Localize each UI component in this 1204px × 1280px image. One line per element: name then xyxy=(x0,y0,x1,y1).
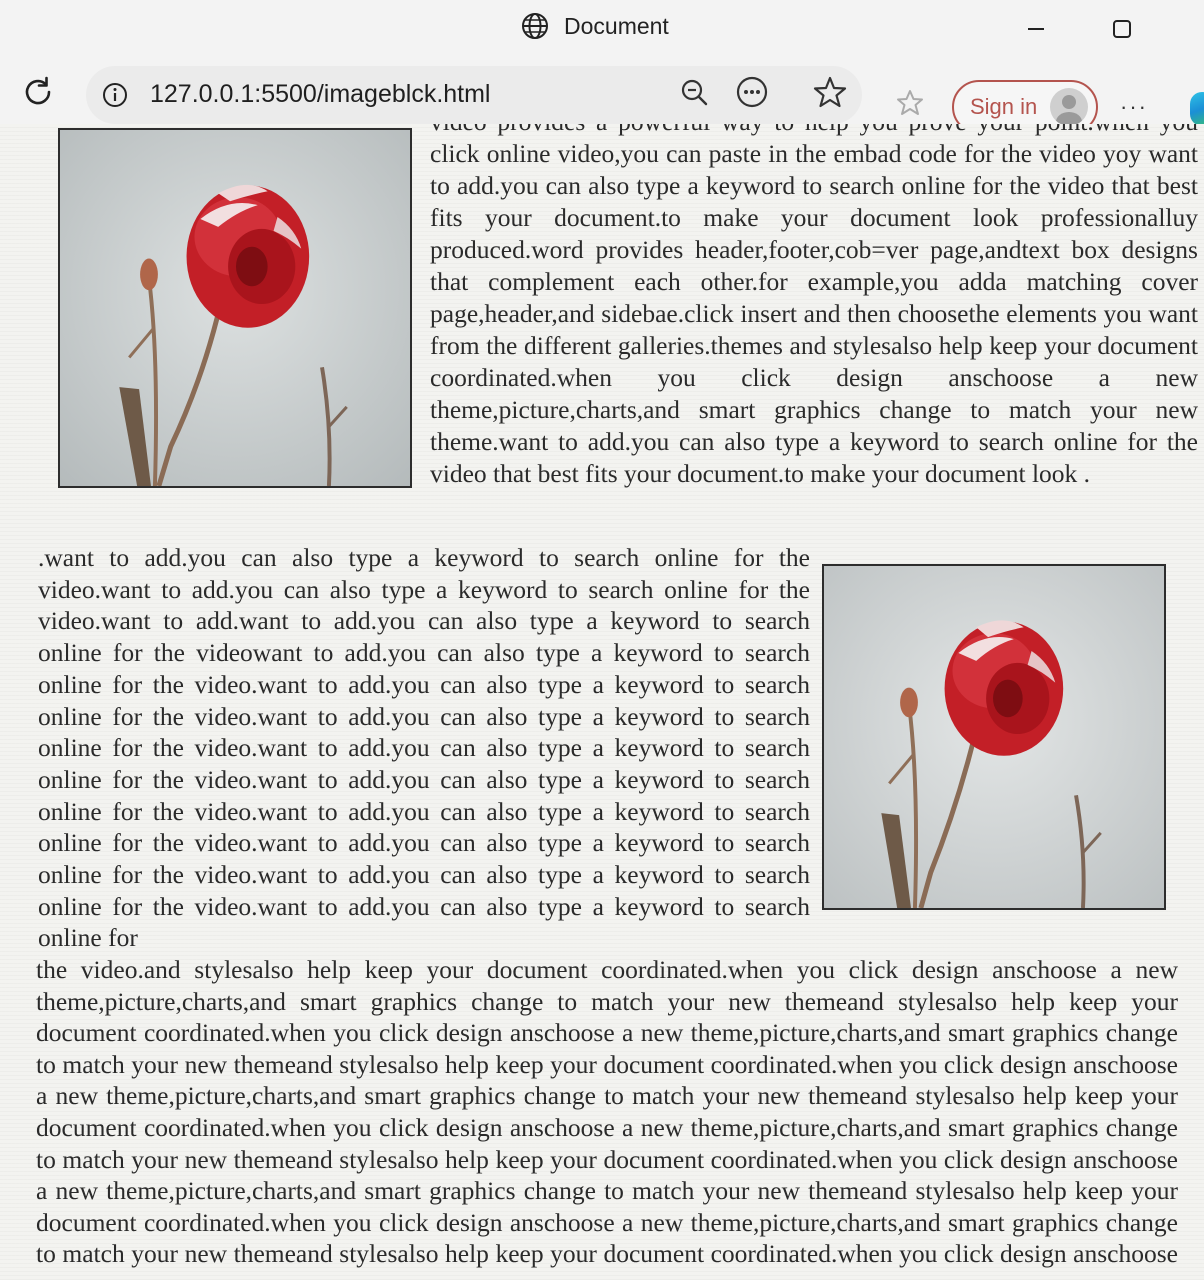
paragraph-bottom: the video.and stylesalso help keep your … xyxy=(36,955,1178,1280)
maximize-button[interactable] xyxy=(1100,14,1144,48)
globe-icon xyxy=(520,11,550,41)
read-aloud-icon xyxy=(735,75,769,114)
reload-button[interactable] xyxy=(18,74,58,114)
rose-image-top xyxy=(58,128,412,488)
favorites-collection-button[interactable] xyxy=(894,88,930,124)
paragraph-top-container: video provides a powerful way to help yo… xyxy=(430,124,1200,536)
title-bar: Document xyxy=(0,0,1204,58)
minimize-icon xyxy=(1024,17,1048,46)
more-menu-button[interactable]: ··· xyxy=(1120,94,1148,120)
navigation-toolbar: 127.0.0.1:5500/imageblck.html Sign in ··… xyxy=(0,58,1204,134)
favorite-star-icon xyxy=(813,75,847,114)
zoom-out-button[interactable] xyxy=(676,76,712,112)
rose-image-bottom xyxy=(822,564,1166,910)
paragraph-top: video provides a powerful way to help yo… xyxy=(430,124,1198,488)
tab[interactable]: Document xyxy=(520,10,669,42)
read-aloud-button[interactable] xyxy=(734,76,770,112)
url-text[interactable]: 127.0.0.1:5500/imageblck.html xyxy=(150,80,491,109)
minimize-button[interactable] xyxy=(1014,14,1058,48)
info-icon[interactable] xyxy=(102,82,128,108)
edge-logo-icon[interactable] xyxy=(1190,92,1204,126)
reload-icon xyxy=(20,74,56,115)
profile-avatar-icon xyxy=(1050,88,1088,126)
tab-title: Document xyxy=(564,12,669,39)
favorite-button[interactable] xyxy=(812,76,848,112)
browser-window: Document 127.0.0.1:5500/imageblck.html S… xyxy=(0,0,1204,1280)
maximize-icon xyxy=(1110,17,1134,46)
paragraph-middle: .want to add.you can also type a keyword… xyxy=(38,543,810,953)
favorites-collection-icon xyxy=(895,87,929,126)
page-content: video provides a powerful way to help yo… xyxy=(0,124,1204,1280)
zoom-out-icon xyxy=(679,77,709,112)
sign-in-label: Sign in xyxy=(970,94,1038,119)
